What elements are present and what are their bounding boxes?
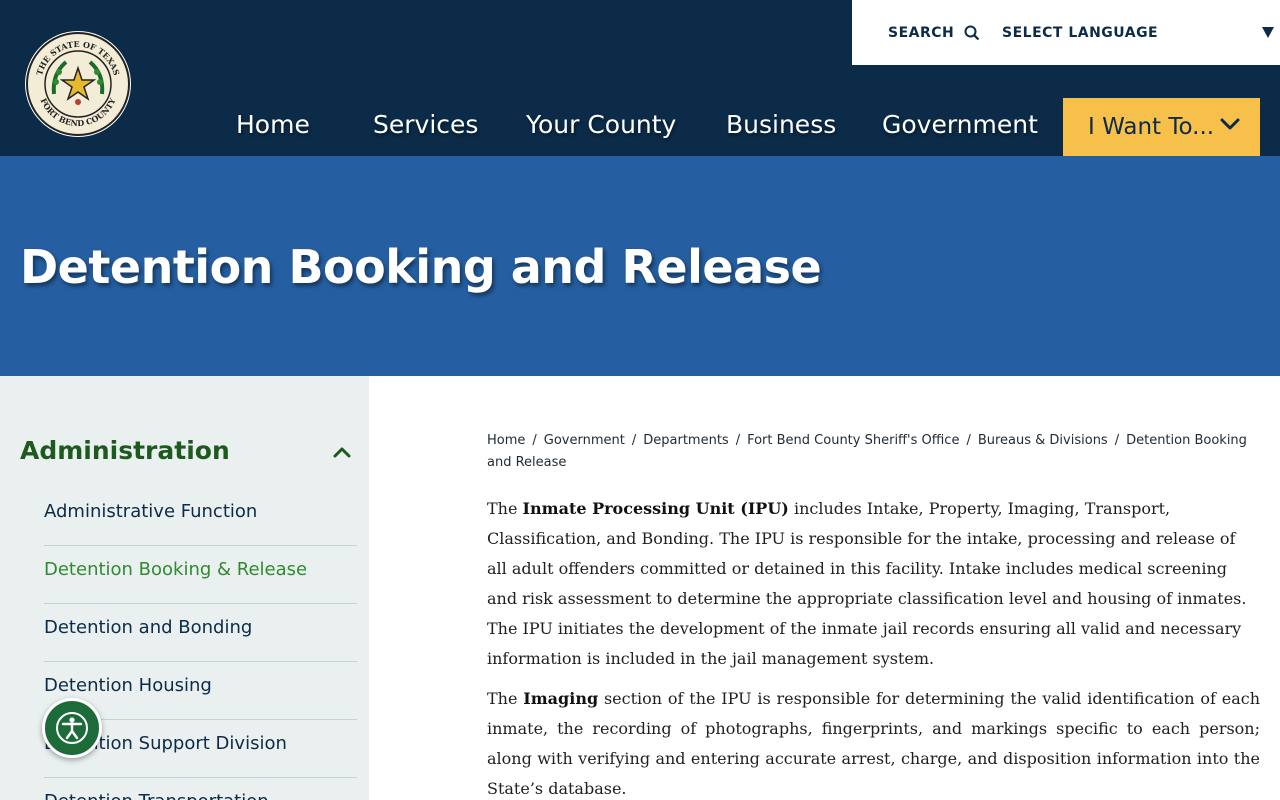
i-want-to-label: I Want To... [1088, 114, 1215, 140]
breadcrumb-separator: / [532, 433, 537, 448]
nav-services[interactable]: Services [373, 98, 478, 156]
breadcrumb-sheriffs-office[interactable]: Fort Bend County Sheriff's Office [747, 433, 959, 448]
breadcrumb-separator: / [966, 433, 971, 448]
utility-bar: SEARCH SELECT LANGUAGE [852, 0, 1280, 65]
ipu-term: Inmate Processing Unit (IPU) [522, 499, 789, 518]
search-label: SEARCH [888, 25, 955, 41]
county-seal-logo[interactable]: THE STATE OF TEXAS FORT BEND COUNTY [24, 30, 132, 138]
language-select-label: SELECT LANGUAGE [1002, 25, 1159, 41]
i-want-to-button[interactable]: I Want To... [1063, 98, 1260, 156]
sidebar-item-detention-transportation[interactable]: Detention Transportation [44, 778, 357, 800]
p1-body: includes Intake, Property, Imaging, Tran… [487, 499, 1247, 668]
sidebar-item-administrative-function[interactable]: Administrative Function [44, 488, 357, 546]
chevron-down-icon [1220, 118, 1240, 130]
breadcrumb-home[interactable]: Home [487, 433, 525, 448]
nav-business[interactable]: Business [726, 98, 836, 156]
p1-lead: The [487, 499, 523, 518]
nav-government[interactable]: Government [882, 98, 1038, 156]
p2-lead: The [487, 689, 524, 708]
chevron-up-icon[interactable] [333, 446, 351, 458]
intro-paragraph: The Inmate Processing Unit (IPU) include… [487, 494, 1260, 674]
accessibility-icon [56, 712, 88, 744]
sidebar-item-detention-booking-release[interactable]: Detention Booking & Release [44, 546, 357, 604]
accessibility-button[interactable] [42, 698, 102, 758]
caret-down-icon [1262, 27, 1274, 38]
page-title: Detention Booking and Release [20, 240, 822, 294]
breadcrumb-separator: / [735, 433, 741, 448]
main-content: Home / Government / Departments / Fort Bend Co… [487, 430, 1260, 800]
breadcrumb-separator: / [1114, 433, 1120, 448]
breadcrumb-departments[interactable]: Departments [643, 433, 728, 448]
breadcrumb-bureaus-divisions[interactable]: Bureaus & Divisions [978, 433, 1108, 448]
sidebar-menu: Administrative Function Detention Bookin… [44, 488, 357, 800]
nav-your-county[interactable]: Your County [526, 98, 676, 156]
imaging-paragraph: The Imaging section of the IPU is respon… [487, 684, 1260, 800]
site-header: THE STATE OF TEXAS FORT BEND COUNTY SEAR… [0, 0, 1280, 156]
page-hero: Detention Booking and Release [0, 156, 1280, 376]
breadcrumb-government[interactable]: Government [544, 433, 625, 448]
breadcrumb: Home / Government / Departments / Fort Bend Co… [487, 430, 1260, 474]
language-select[interactable]: SELECT LANGUAGE [1002, 22, 1280, 44]
p2-body: section of the IPU is responsible for de… [487, 689, 1261, 798]
nav-home[interactable]: Home [236, 98, 310, 156]
search-button[interactable]: SEARCH [888, 22, 980, 44]
search-icon [964, 25, 980, 41]
breadcrumb-separator: / [631, 433, 637, 448]
sidebar-title: Administration [20, 436, 230, 465]
sidebar-item-detention-and-bonding[interactable]: Detention and Bonding [44, 604, 357, 662]
imaging-term: Imaging [523, 689, 599, 708]
